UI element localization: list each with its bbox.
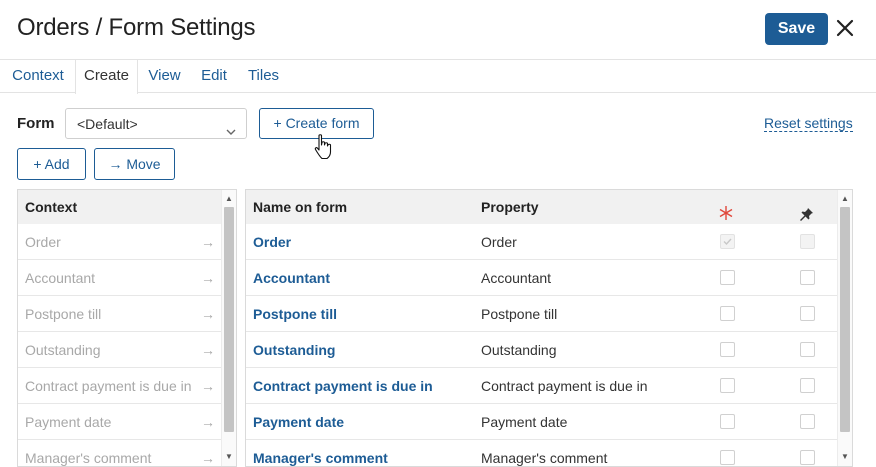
arrow-right-icon[interactable]: → [201, 296, 215, 331]
context-item-label: Contract payment is due in [25, 378, 192, 394]
context-item-label: Postpone till [25, 306, 102, 322]
tab-edit[interactable]: Edit [191, 60, 237, 93]
context-item-label: Manager's comment [25, 450, 152, 466]
context-item[interactable]: Accountant → [18, 260, 221, 296]
scroll-down-icon[interactable]: ▼ [838, 450, 852, 464]
table-row[interactable]: Contract payment is due in Contract paym… [246, 368, 837, 404]
context-item[interactable]: Contract payment is due in → [18, 368, 221, 404]
context-panel: Context Order → Accountant → Postpone till… [17, 189, 237, 467]
context-scrollbar[interactable]: ▲ ▼ [221, 190, 236, 466]
field-property: Postpone till [481, 306, 558, 322]
table-row[interactable]: Order Order [246, 224, 837, 260]
arrow-right-icon[interactable]: → [201, 224, 215, 259]
field-property: Accountant [481, 270, 552, 286]
required-checkbox[interactable] [720, 378, 735, 393]
pin-checkbox [800, 234, 815, 249]
arrow-right-icon[interactable]: → [201, 368, 215, 403]
pin-checkbox[interactable] [800, 270, 815, 285]
required-checkbox[interactable] [720, 450, 735, 465]
close-icon[interactable] [835, 18, 855, 38]
table-row[interactable]: Manager's comment Manager's comment [246, 440, 837, 466]
field-name-link[interactable]: Order [253, 224, 291, 260]
hand-pointer-icon [313, 133, 335, 161]
column-header-name: Name on form [253, 199, 348, 215]
required-checkbox[interactable] [720, 306, 735, 321]
field-name-link[interactable]: Payment date [253, 404, 344, 440]
pin-icon [799, 200, 814, 221]
field-name-link[interactable]: Accountant [253, 260, 330, 296]
scroll-down-icon[interactable]: ▼ [222, 450, 236, 464]
arrow-right-icon[interactable]: → [201, 404, 215, 439]
tab-bar: Context Create View Edit Tiles [0, 59, 876, 94]
context-item[interactable]: Postpone till → [18, 296, 221, 332]
context-item[interactable]: Payment date → [18, 404, 221, 440]
fields-grid: Name on form Property Order Order Accoun… [245, 189, 853, 467]
scroll-up-icon[interactable]: ▲ [222, 192, 236, 206]
pin-checkbox[interactable] [800, 342, 815, 357]
pin-checkbox[interactable] [800, 450, 815, 465]
field-property: Outstanding [481, 342, 557, 358]
arrow-right-icon[interactable]: → [201, 260, 215, 295]
move-button[interactable]: → Move [94, 148, 175, 180]
field-name-link[interactable]: Outstanding [253, 332, 335, 368]
table-row[interactable]: Payment date Payment date [246, 404, 837, 440]
required-checkbox [720, 234, 735, 249]
field-name-link[interactable]: Contract payment is due in [253, 368, 433, 404]
grid-scrollbar[interactable]: ▲ ▼ [837, 190, 852, 466]
tab-create[interactable]: Create [75, 60, 138, 94]
context-item[interactable]: Manager's comment → [18, 440, 221, 466]
context-item-label: Outstanding [25, 342, 101, 358]
table-row[interactable]: Outstanding Outstanding [246, 332, 837, 368]
scrollbar-thumb[interactable] [840, 207, 850, 432]
save-button[interactable]: Save [765, 13, 828, 45]
context-item-label: Payment date [25, 414, 112, 430]
form-label: Form [17, 115, 55, 132]
context-panel-header: Context [18, 190, 236, 224]
field-property: Order [481, 234, 517, 250]
context-item-label: Order [25, 234, 61, 250]
column-header-property: Property [481, 199, 539, 215]
chevron-down-icon [225, 118, 237, 135]
context-item[interactable]: Outstanding → [18, 332, 221, 368]
field-property: Manager's comment [481, 450, 608, 466]
field-name-link[interactable]: Manager's comment [253, 440, 388, 466]
required-checkbox[interactable] [720, 342, 735, 357]
scrollbar-thumb[interactable] [224, 207, 234, 432]
page-title: Orders / Form Settings [17, 14, 256, 41]
form-select[interactable]: <Default> [65, 108, 247, 139]
add-button[interactable]: + Add [17, 148, 86, 180]
grid-header: Name on form Property [246, 190, 837, 224]
form-select-value: <Default> [77, 116, 138, 132]
tab-view[interactable]: View [138, 60, 191, 93]
context-item-label: Accountant [25, 270, 96, 286]
tab-context[interactable]: Context [0, 60, 76, 93]
table-row[interactable]: Accountant Accountant [246, 260, 837, 296]
field-name-link[interactable]: Postpone till [253, 296, 337, 332]
required-checkbox[interactable] [720, 414, 735, 429]
context-item[interactable]: Order → [18, 224, 221, 260]
scroll-up-icon[interactable]: ▲ [838, 192, 852, 206]
tab-tiles[interactable]: Tiles [237, 60, 290, 93]
reset-settings-link[interactable]: Reset settings [764, 115, 853, 132]
field-property: Payment date [481, 414, 568, 430]
table-row[interactable]: Postpone till Postpone till [246, 296, 837, 332]
required-checkbox[interactable] [720, 270, 735, 285]
asterisk-icon [718, 199, 734, 220]
arrow-right-icon[interactable]: → [201, 440, 215, 466]
page-header: Orders / Form Settings Save [0, 0, 876, 60]
pin-checkbox[interactable] [800, 414, 815, 429]
pin-checkbox[interactable] [800, 378, 815, 393]
arrow-right-icon[interactable]: → [201, 332, 215, 367]
field-property: Contract payment is due in [481, 378, 648, 394]
pin-checkbox[interactable] [800, 306, 815, 321]
